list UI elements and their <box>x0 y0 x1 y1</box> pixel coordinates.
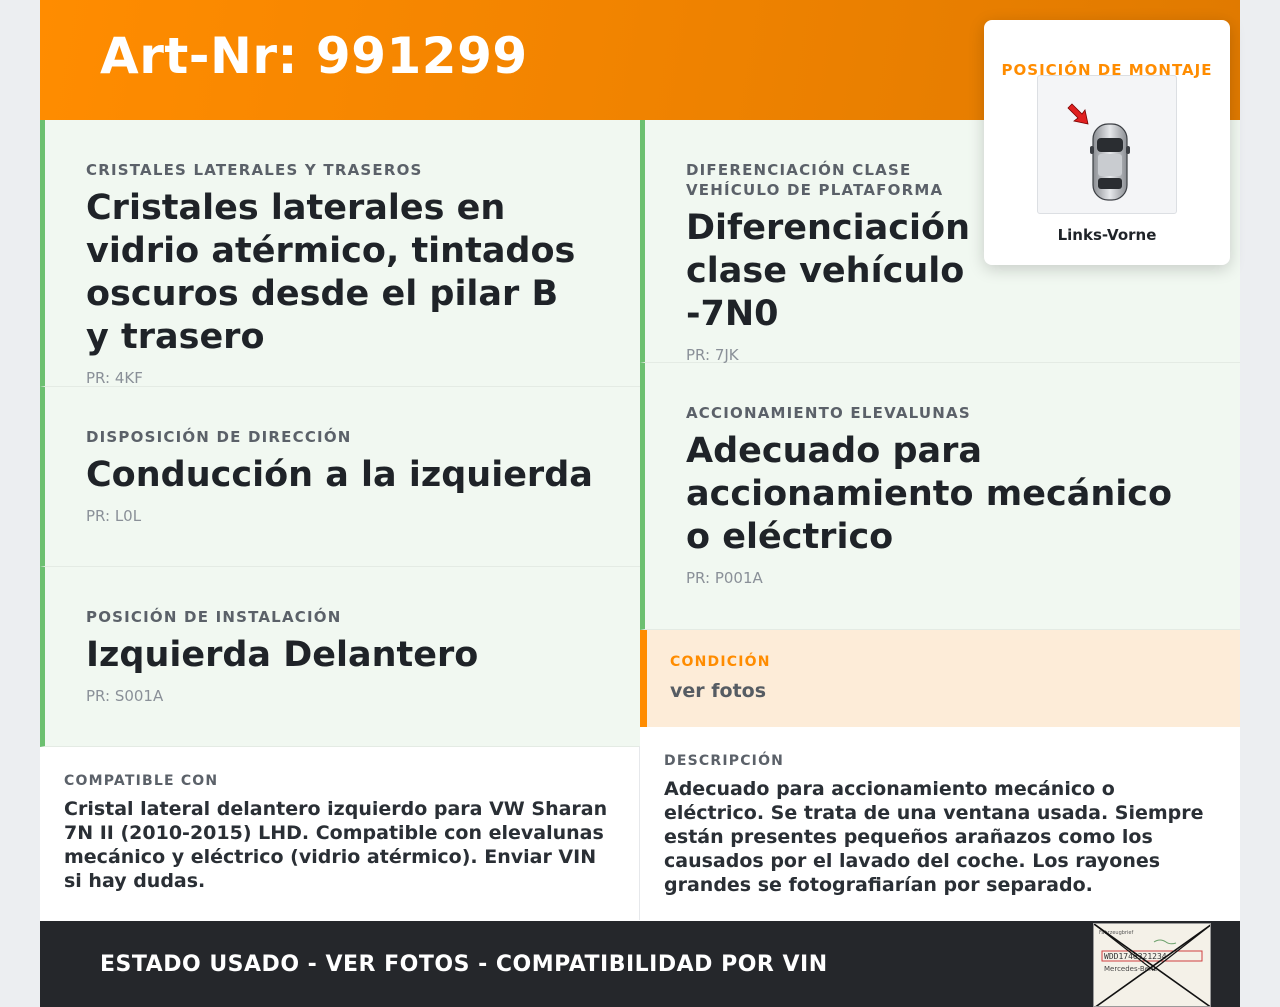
spec-label: POSICIÓN DE INSTALACIÓN <box>86 608 342 626</box>
document-envelope-icon: Fahrzeugbrief WDD1746321234 Mercedes-Ben… <box>1094 924 1210 1006</box>
footer-bar: ESTADO USADO - VER FOTOS - COMPATIBILIDA… <box>40 921 1240 1007</box>
spec-cell-steering: DISPOSICIÓN DE DIRECCIÓN Conducción a la… <box>40 387 640 567</box>
spec-label: ACCIONAMIENTO ELEVALUNAS <box>686 404 971 422</box>
mounting-position-caption: Links-Vorne <box>1057 226 1157 244</box>
spec-pr-code: PR: S001A <box>86 687 164 705</box>
spec-value: Diferenciación clase vehículo -7N0 <box>686 208 970 334</box>
vehicle-document-thumbnail: Fahrzeugbrief WDD1746321234 Mercedes-Ben… <box>1093 923 1211 1007</box>
spec-cell-install-position: POSICIÓN DE INSTALACIÓN Izquierda Delant… <box>40 567 640 747</box>
spec-label: DIFERENCIACIÓN CLASE VEHÍCULO DE PLATAFO… <box>686 161 944 199</box>
spec-value: Adecuado para accionamiento mecánico o e… <box>686 431 1173 557</box>
article-number-title: Art-Nr: 991299 <box>100 27 528 85</box>
spec-cell-window-regulator: ACCIONAMIENTO ELEVALUNAS Adecuado para a… <box>640 363 1240 630</box>
description-text: Adecuado para accionamiento mecánico o e… <box>664 778 1204 896</box>
spec-label: DISPOSICIÓN DE DIRECCIÓN <box>86 428 352 446</box>
spec-value: Cristales laterales en vidrio atérmico, … <box>86 188 576 357</box>
spec-pr-code: PR: 7JK <box>686 346 739 364</box>
description-label: DESCRIPCIÓN <box>664 753 785 769</box>
spec-value: Conducción a la izquierda <box>86 455 593 495</box>
spec-pr-code: PR: P001A <box>686 569 763 587</box>
spec-pr-code: PR: 4KF <box>86 369 143 387</box>
red-arrow-icon <box>1067 103 1089 125</box>
condition-label: CONDICIÓN <box>670 654 771 670</box>
spec-cell-windows: CRISTALES LATERALES Y TRASEROS Cristales… <box>40 120 640 387</box>
mounting-position-image <box>1037 75 1177 214</box>
spec-pr-code: PR: L0L <box>86 507 142 525</box>
spec-value: Izquierda Delantero <box>86 635 479 675</box>
column-divider <box>639 746 640 920</box>
condition-box: CONDICIÓN ver fotos <box>640 630 1240 727</box>
compatible-section: COMPATIBLE CON Cristal lateral delantero… <box>40 747 640 921</box>
spec-label: CRISTALES LATERALES Y TRASEROS <box>86 161 423 179</box>
mounting-position-card: POSICIÓN DE MONTAJE Links-Vorne <box>984 20 1230 265</box>
car-top-view-icon <box>1067 103 1130 201</box>
compatible-label: COMPATIBLE CON <box>64 773 219 789</box>
description-section: DESCRIPCIÓN Adecuado para accionamiento … <box>640 727 1240 921</box>
condition-value: ver fotos <box>670 680 767 702</box>
footer-text: ESTADO USADO - VER FOTOS - COMPATIBILIDA… <box>100 952 828 977</box>
compatible-text: Cristal lateral delantero izquierdo para… <box>64 798 608 892</box>
